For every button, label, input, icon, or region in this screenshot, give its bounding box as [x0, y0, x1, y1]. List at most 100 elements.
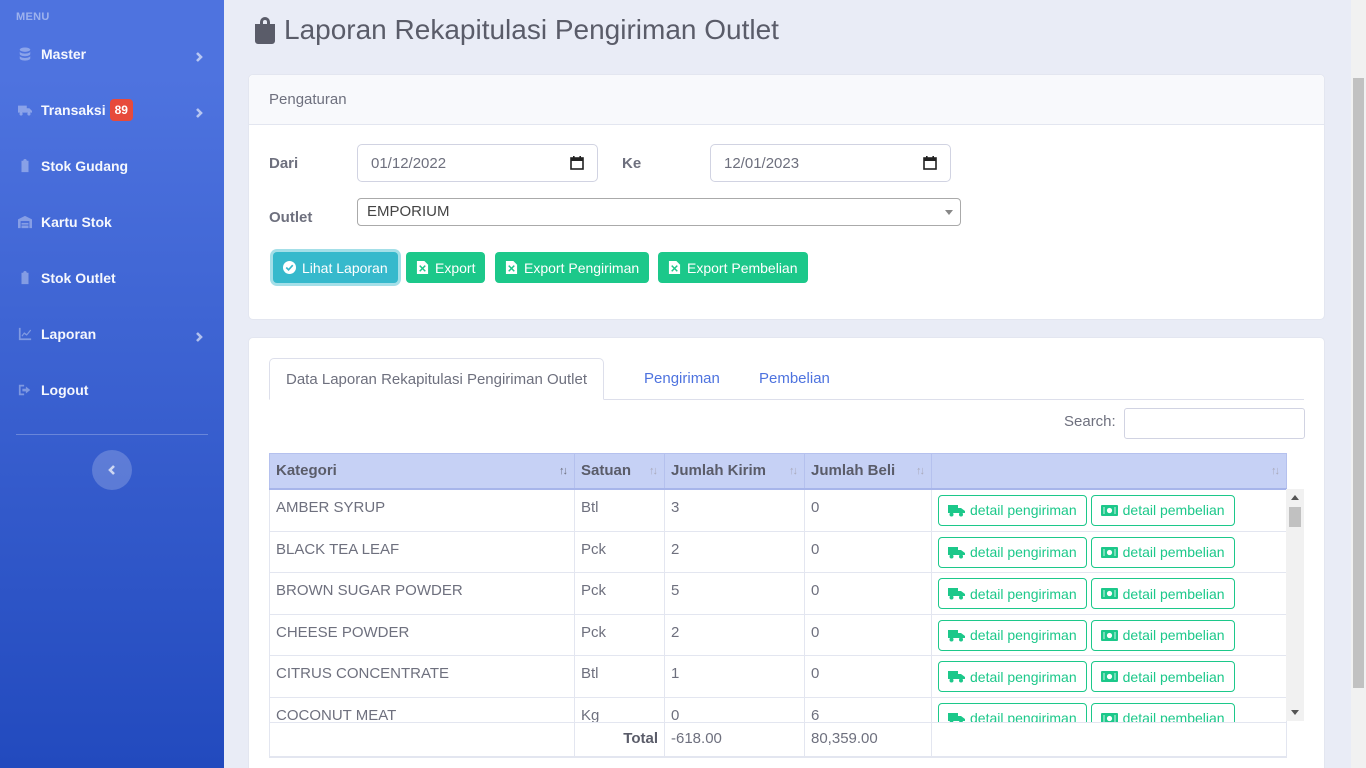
column-header-actions[interactable]: ↑↓: [931, 453, 1287, 490]
file-excel-icon: [668, 261, 681, 274]
cell-satuan: Pck: [574, 572, 665, 615]
settings-card: Pengaturan Dari 01/12/2022 Ke 12/01/2023…: [248, 74, 1325, 320]
sort-icon: ↑↓: [559, 465, 568, 477]
check-circle-icon: [283, 261, 296, 274]
total-beli: 80,359.00: [804, 721, 932, 758]
tab-pembelian[interactable]: Pembelian: [743, 358, 846, 400]
detail-purchase-button[interactable]: detail pembelian: [1090, 619, 1235, 651]
export-shipping-button[interactable]: Export Pengiriman: [495, 252, 650, 283]
sidebar-item-kartu-stok[interactable]: Kartu Stok: [0, 194, 224, 250]
sidebar-item-label: Kartu Stok: [41, 214, 112, 230]
sidebar-item-transaksi[interactable]: Transaksi 89: [0, 82, 224, 138]
cell-actions: detail pengiriman detail pembelian: [931, 655, 1287, 698]
truck-icon: [17, 102, 33, 118]
detail-purchase-button[interactable]: detail pembelian: [1090, 494, 1235, 526]
detail-purchase-button[interactable]: detail pembelian: [1090, 536, 1235, 568]
view-report-label: Lihat Laporan: [302, 259, 388, 276]
report-card: Data Laporan Rekapitulasi Pengiriman Out…: [248, 337, 1325, 768]
column-header-jumlah-beli[interactable]: Jumlah Beli ↑↓: [804, 453, 932, 490]
file-excel-icon: [416, 261, 429, 274]
sort-icon: ↑↓: [916, 465, 925, 477]
sort-icon: ↑↓: [1271, 465, 1280, 477]
from-label: Dari: [269, 155, 299, 172]
scrollbar-thumb[interactable]: [1289, 507, 1301, 527]
calendar-icon: [570, 156, 584, 170]
tab-pengiriman[interactable]: Pengiriman: [628, 358, 736, 400]
detail-purchase-label: detail pembelian: [1122, 627, 1225, 643]
detail-shipping-button[interactable]: detail pengiriman: [938, 702, 1087, 722]
dropdown-arrow-icon: [945, 210, 953, 215]
detail-shipping-label: detail pengiriman: [970, 502, 1077, 518]
money-bill-icon: [1100, 504, 1118, 516]
sidebar-item-laporan[interactable]: Laporan: [0, 306, 224, 362]
cell-jumlah-beli: 0: [804, 531, 932, 573]
truck-icon: [948, 671, 965, 683]
search-label: Search:: [1064, 413, 1116, 430]
truck-icon: [948, 504, 965, 516]
cell-jumlah-beli: 6: [804, 697, 932, 722]
detail-purchase-button[interactable]: detail pembelian: [1090, 578, 1235, 609]
detail-purchase-button[interactable]: detail pembelian: [1090, 702, 1235, 722]
warehouse-icon: [17, 214, 33, 230]
sidebar-item-stok-outlet[interactable]: Stok Outlet: [0, 250, 224, 306]
column-header-jumlah-kirim[interactable]: Jumlah Kirim ↑↓: [664, 453, 805, 490]
cell-jumlah-beli: 0: [804, 614, 932, 656]
sidebar-item-label: Stok Outlet: [41, 270, 116, 286]
to-date-input[interactable]: 12/01/2023: [710, 144, 951, 182]
truck-icon: [948, 629, 965, 641]
cell-jumlah-kirim: 3: [664, 489, 805, 532]
export-shipping-label: Export Pengiriman: [524, 259, 640, 276]
cell-kategori: CHEESE POWDER: [269, 614, 575, 656]
notification-badge: 89: [109, 99, 133, 121]
tab-data-laporan[interactable]: Data Laporan Rekapitulasi Pengiriman Out…: [269, 358, 605, 400]
cell-jumlah-beli: 0: [804, 572, 932, 615]
page-scrollbar[interactable]: [1351, 0, 1366, 768]
page-scrollbar-thumb[interactable]: [1353, 78, 1364, 688]
money-bill-icon: [1100, 671, 1118, 682]
chevron-left-icon: [108, 465, 115, 475]
from-date-input[interactable]: 01/12/2022: [357, 144, 598, 182]
table-scrollbar[interactable]: [1286, 489, 1304, 721]
search-input[interactable]: [1124, 408, 1305, 439]
cell-kategori: COCONUT MEAT: [269, 697, 575, 722]
sidebar-heading: MENU: [16, 11, 50, 23]
scroll-up-arrow-icon[interactable]: [1291, 495, 1299, 500]
detail-shipping-button[interactable]: detail pengiriman: [938, 619, 1087, 651]
table-body-scroll[interactable]: AMBER SYRUP Btl 3 0 detail pengiriman detail …: [269, 489, 1304, 722]
detail-shipping-button[interactable]: detail pengiriman: [938, 494, 1087, 526]
sidebar-item-logout[interactable]: Logout: [0, 362, 224, 418]
sidebar-item-label: Laporan: [41, 326, 97, 342]
detail-purchase-label: detail pembelian: [1122, 710, 1225, 722]
cell-jumlah-kirim: 2: [664, 531, 805, 573]
sign-out-icon: [17, 382, 33, 398]
sidebar-toggle-button[interactable]: [92, 450, 132, 490]
chevron-right-icon: [194, 105, 204, 118]
to-date-value: 12/01/2023: [724, 154, 800, 172]
page-header: Laporan Rekapitulasi Pengiriman Outlet: [252, 14, 779, 46]
detail-shipping-button[interactable]: detail pengiriman: [938, 661, 1087, 692]
detail-purchase-button[interactable]: detail pembelian: [1090, 661, 1235, 692]
column-header-kategori[interactable]: Kategori ↑↓: [269, 453, 575, 490]
cell-actions: detail pengiriman detail pembelian: [931, 614, 1287, 656]
export-purchase-button[interactable]: Export Pembelian: [658, 252, 808, 283]
report-tabs: Data Laporan Rekapitulasi Pengiriman Out…: [269, 358, 1304, 400]
cell-jumlah-kirim: 1: [664, 655, 805, 698]
shopping-bag-icon: [255, 17, 275, 44]
column-header-satuan[interactable]: Satuan ↑↓: [574, 453, 665, 490]
detail-purchase-label: detail pembelian: [1122, 544, 1225, 560]
sidebar-item-master[interactable]: Master: [0, 26, 224, 82]
cell-actions: detail pengiriman detail pembelian: [931, 572, 1287, 615]
money-bill-icon: [1100, 629, 1118, 641]
detail-shipping-button[interactable]: detail pengiriman: [938, 578, 1087, 609]
column-header-label: Kategori: [276, 462, 337, 480]
outlet-select[interactable]: EMPORIUM: [357, 198, 961, 226]
money-bill-icon: [1100, 712, 1118, 722]
detail-shipping-label: detail pengiriman: [970, 585, 1077, 602]
scroll-down-arrow-icon[interactable]: [1291, 710, 1299, 715]
detail-purchase-label: detail pembelian: [1122, 585, 1225, 602]
detail-shipping-button[interactable]: detail pengiriman: [938, 536, 1087, 568]
sidebar-item-stok-gudang[interactable]: Stok Gudang: [0, 138, 224, 194]
export-button[interactable]: Export: [406, 252, 486, 283]
sidebar-item-label: Logout: [41, 382, 89, 398]
view-report-button[interactable]: Lihat Laporan: [273, 252, 398, 283]
